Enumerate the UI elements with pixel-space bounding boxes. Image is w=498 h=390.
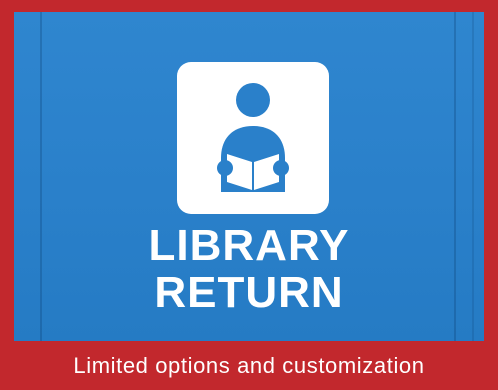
image-card: LIBRARY RETURN Limited options and custo… [0,0,498,390]
sign-text-library: LIBRARY [148,221,350,270]
sign-text-return: RETURN [154,268,344,317]
caption-label: Limited options and customization [73,352,425,378]
person-reading-book-icon [177,62,329,214]
library-return-sign-photo: LIBRARY RETURN [14,12,484,341]
reading-figure-graphic [217,83,289,192]
